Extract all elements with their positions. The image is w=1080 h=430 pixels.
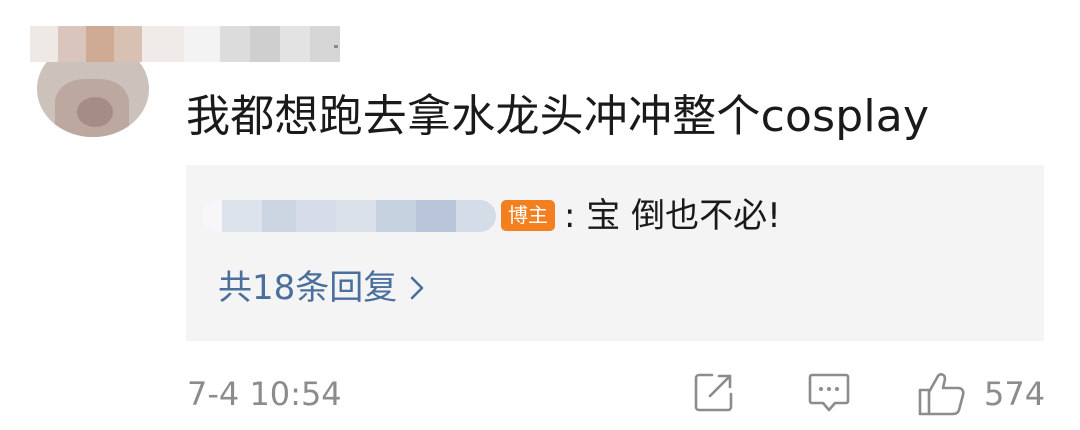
- blur-block: [416, 200, 456, 232]
- blur-block: [296, 200, 336, 232]
- comment-text: 我都想跑去拿水龙头冲冲整个cosplay: [186, 91, 930, 142]
- reply-text: : 宝 倒也不必!: [564, 196, 781, 236]
- blur-block: [184, 26, 220, 62]
- view-replies-link[interactable]: 共18条回复: [218, 266, 425, 310]
- view-replies-label: 共18条回复: [218, 268, 398, 308]
- share-button[interactable]: [692, 370, 736, 418]
- blur-block: [30, 26, 58, 62]
- blur-block: [250, 26, 280, 62]
- blur-block: [336, 200, 376, 232]
- avatar-detail: [77, 97, 113, 127]
- comment-item: 我都想跑去拿水龙头冲冲整个cosplay 博主 : 宝 倒也不必! 共18条回复…: [0, 0, 1080, 430]
- blur-block: [202, 200, 222, 232]
- like-count: 574: [984, 375, 1046, 413]
- thumbs-up-icon: [918, 373, 965, 416]
- blur-block: [310, 26, 340, 62]
- blur-block: [280, 26, 310, 62]
- username-obscured[interactable]: [30, 26, 340, 62]
- owner-badge: 博主: [501, 200, 555, 231]
- blur-block: [376, 200, 416, 232]
- chevron-right-icon: [410, 276, 424, 300]
- timestamp: 7-4 10:54: [187, 375, 342, 413]
- blur-block: [142, 26, 184, 62]
- blur-block: [58, 26, 86, 62]
- like-button[interactable]: [917, 370, 967, 422]
- blur-block: [86, 26, 114, 62]
- reply-username-obscured[interactable]: [202, 200, 496, 232]
- comment-button[interactable]: [806, 370, 852, 418]
- blur-block: [114, 26, 142, 62]
- comment-icon: [808, 373, 850, 412]
- username-dot: [334, 45, 338, 48]
- blur-block: [456, 200, 496, 232]
- blur-block: [222, 200, 262, 232]
- blur-block: [262, 200, 296, 232]
- share-icon: [694, 373, 733, 412]
- blur-block: [220, 26, 250, 62]
- reply-preview[interactable]: 博主 : 宝 倒也不必! 共18条回复: [186, 165, 1044, 341]
